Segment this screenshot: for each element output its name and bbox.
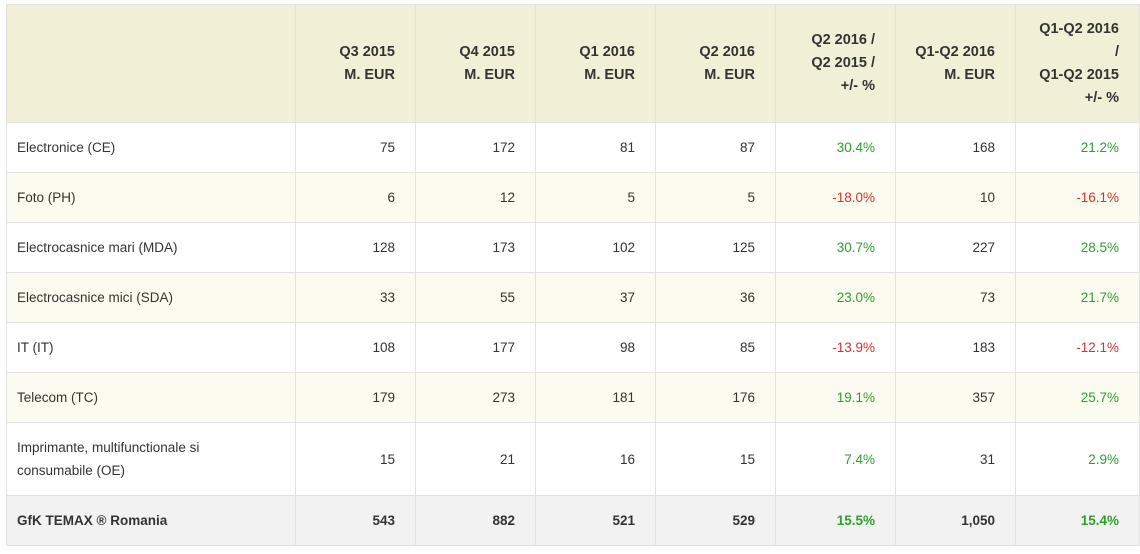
row-label: IT (IT)	[6, 322, 296, 373]
cell-h1-change: 21.7%	[1015, 272, 1140, 323]
cell-q3-2015: 6	[295, 172, 416, 223]
cell-q2-2016: 125	[655, 222, 776, 273]
cell-q4-2015: 173	[415, 222, 536, 273]
total-h1-2016: 1,050	[895, 495, 1016, 546]
cell-h1-2016: 227	[895, 222, 1016, 273]
table-row: Imprimante, multifunctionale si consumab…	[6, 422, 1140, 496]
header-empty-cell	[6, 4, 296, 123]
cell-h1-2016: 73	[895, 272, 1016, 323]
header-q3-2015: Q3 2015 M. EUR	[295, 4, 416, 123]
cell-q2-change: 7.4%	[775, 422, 896, 496]
header-h1-2016: Q1-Q2 2016 M. EUR	[895, 4, 1016, 123]
header-h1-change: Q1-Q2 2016 / Q1-Q2 2015 +/- %	[1015, 4, 1140, 123]
cell-h1-2016: 357	[895, 372, 1016, 423]
table-row: Electrocasnice mici (SDA) 33 55 37 36 23…	[6, 272, 1140, 323]
cell-h1-change: -16.1%	[1015, 172, 1140, 223]
cell-q2-2016: 36	[655, 272, 776, 323]
cell-q2-2016: 87	[655, 122, 776, 173]
cell-q2-change: 19.1%	[775, 372, 896, 423]
cell-q1-2016: 181	[535, 372, 656, 423]
cell-q3-2015: 128	[295, 222, 416, 273]
row-label: Telecom (TC)	[6, 372, 296, 423]
header-row: Q3 2015 M. EUR Q4 2015 M. EUR Q1 2016 M.…	[6, 4, 1140, 123]
cell-q2-2016: 15	[655, 422, 776, 496]
row-label: Electrocasnice mici (SDA)	[6, 272, 296, 323]
cell-h1-change: 28.5%	[1015, 222, 1140, 273]
cell-h1-change: 25.7%	[1015, 372, 1140, 423]
cell-q2-change: 23.0%	[775, 272, 896, 323]
total-q1-2016: 521	[535, 495, 656, 546]
table-row: Foto (PH) 6 12 5 5 -18.0% 10 -16.1%	[6, 172, 1140, 223]
cell-h1-change: 2.9%	[1015, 422, 1140, 496]
cell-q1-2016: 81	[535, 122, 656, 173]
cell-q2-change: 30.4%	[775, 122, 896, 173]
cell-q4-2015: 21	[415, 422, 536, 496]
table-row: Electronice (CE) 75 172 81 87 30.4% 168 …	[6, 122, 1140, 173]
cell-q3-2015: 75	[295, 122, 416, 173]
cell-q4-2015: 55	[415, 272, 536, 323]
cell-q1-2016: 5	[535, 172, 656, 223]
sales-table: Q3 2015 M. EUR Q4 2015 M. EUR Q1 2016 M.…	[6, 4, 1140, 546]
cell-q1-2016: 98	[535, 322, 656, 373]
cell-q3-2015: 15	[295, 422, 416, 496]
cell-q2-change: -18.0%	[775, 172, 896, 223]
cell-q2-2016: 85	[655, 322, 776, 373]
row-label: Foto (PH)	[6, 172, 296, 223]
table-row: IT (IT) 108 177 98 85 -13.9% 183 -12.1%	[6, 322, 1140, 373]
cell-q2-change: 30.7%	[775, 222, 896, 273]
cell-q1-2016: 16	[535, 422, 656, 496]
cell-h1-2016: 168	[895, 122, 1016, 173]
header-q4-2015: Q4 2015 M. EUR	[415, 4, 536, 123]
total-q2-2016: 529	[655, 495, 776, 546]
cell-q1-2016: 37	[535, 272, 656, 323]
header-q2-change: Q2 2016 / Q2 2015 / +/- %	[775, 4, 896, 123]
cell-h1-2016: 31	[895, 422, 1016, 496]
total-h1-change: 15.4%	[1015, 495, 1140, 546]
cell-q2-change: -13.9%	[775, 322, 896, 373]
row-label-line: consumabile (OE)	[17, 463, 126, 478]
total-q4-2015: 882	[415, 495, 536, 546]
total-row: GfK TEMAX ® Romania 543 882 521 529 15.5…	[6, 495, 1140, 546]
cell-h1-2016: 10	[895, 172, 1016, 223]
cell-h1-change: 21.2%	[1015, 122, 1140, 173]
row-label-line: Imprimante, multifunctionale si	[17, 440, 200, 455]
header-q2-2016: Q2 2016 M. EUR	[655, 4, 776, 123]
cell-q4-2015: 172	[415, 122, 536, 173]
cell-q2-2016: 176	[655, 372, 776, 423]
cell-h1-2016: 183	[895, 322, 1016, 373]
cell-q4-2015: 273	[415, 372, 536, 423]
total-label: GfK TEMAX ® Romania	[6, 495, 296, 546]
row-label: Electrocasnice mari (MDA)	[6, 222, 296, 273]
row-label: Imprimante, multifunctionale si consumab…	[6, 422, 296, 496]
row-label: Electronice (CE)	[6, 122, 296, 173]
cell-q1-2016: 102	[535, 222, 656, 273]
cell-h1-change: -12.1%	[1015, 322, 1140, 373]
cell-q3-2015: 179	[295, 372, 416, 423]
header-q1-2016: Q1 2016 M. EUR	[535, 4, 656, 123]
table-row: Telecom (TC) 179 273 181 176 19.1% 357 2…	[6, 372, 1140, 423]
cell-q3-2015: 108	[295, 322, 416, 373]
cell-q4-2015: 177	[415, 322, 536, 373]
cell-q3-2015: 33	[295, 272, 416, 323]
cell-q2-2016: 5	[655, 172, 776, 223]
table-row: Electrocasnice mari (MDA) 128 173 102 12…	[6, 222, 1140, 273]
total-q3-2015: 543	[295, 495, 416, 546]
cell-q4-2015: 12	[415, 172, 536, 223]
total-q2-change: 15.5%	[775, 495, 896, 546]
